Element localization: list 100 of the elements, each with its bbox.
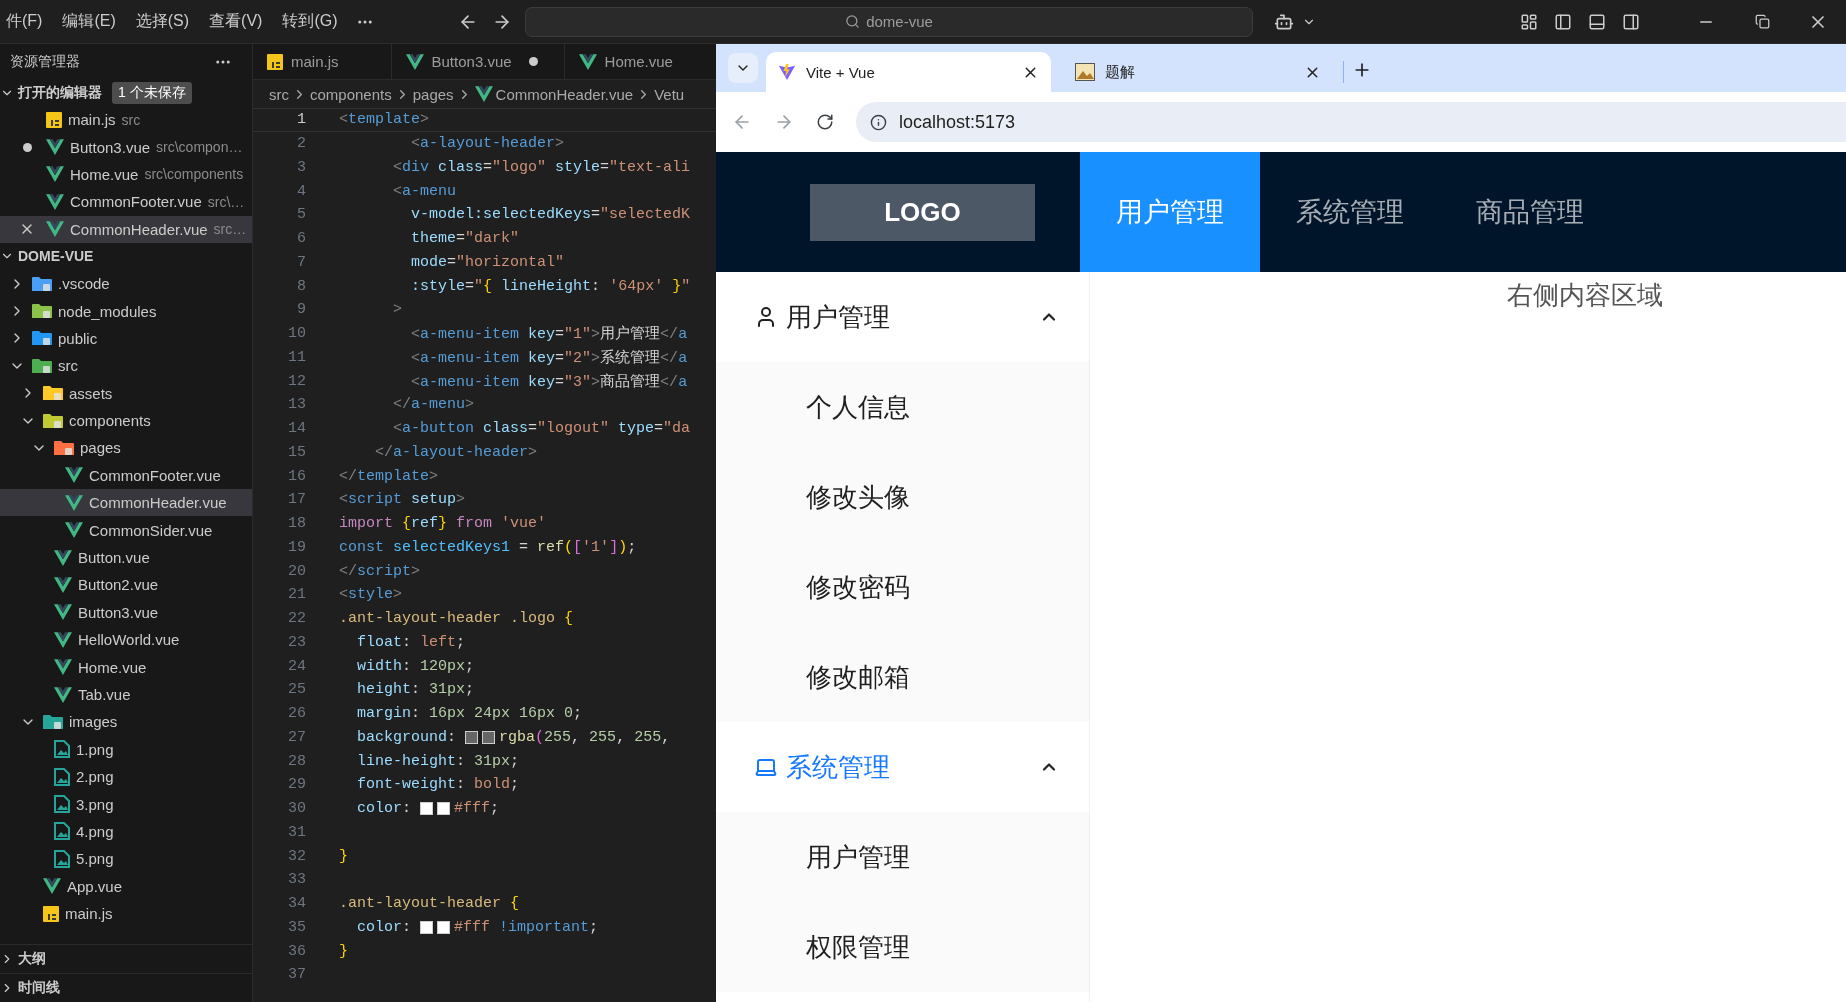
code-line: height: 31px; — [356, 681, 475, 699]
file-name: 5.png — [76, 850, 114, 868]
section-title: 时间线 — [18, 979, 60, 997]
line-number: 19 — [287, 538, 306, 556]
browser-tab[interactable]: Vite + Vue — [766, 52, 1051, 92]
search-icon — [845, 14, 861, 29]
file-tree-item[interactable]: 4.png — [0, 817, 252, 846]
file-name: node_modules — [58, 302, 157, 320]
line-number: 25 — [287, 681, 306, 699]
nav-menu-item[interactable]: 系统管理 — [1260, 152, 1440, 272]
code-line: v-model:selectedKeys="selectedK — [410, 206, 691, 224]
code-line: </template> — [339, 467, 439, 485]
file-tree-item[interactable]: 5.png — [0, 845, 252, 873]
file-tree-item[interactable]: 2.png — [0, 763, 252, 791]
file-tree-item[interactable]: assets — [0, 379, 252, 407]
sider-menu-item[interactable]: 用户管理 — [716, 812, 1089, 902]
code-line: color: — [356, 918, 413, 936]
file-tree-item[interactable]: pages — [0, 434, 252, 462]
file-name: CommonFooter.vue — [70, 193, 202, 211]
file-tree-item[interactable]: images — [0, 708, 252, 736]
info-icon[interactable] — [870, 113, 887, 131]
file-name: 2.png — [76, 768, 114, 786]
breadcrumb-item[interactable]: CommonHeader.vue — [495, 85, 634, 103]
restore-icon[interactable] — [1754, 14, 1770, 29]
menu-item[interactable]: 选择(S) — [125, 11, 200, 32]
code-line: float: left; — [356, 633, 466, 651]
vite-logo-icon — [778, 63, 796, 81]
file-tree-item[interactable]: public — [0, 324, 252, 353]
file-tree-item[interactable]: src — [0, 352, 252, 380]
open-editor-item[interactable]: CommonHeader.vue src… — [0, 215, 252, 243]
file-name: images — [69, 713, 118, 731]
panel-right-icon[interactable] — [1622, 12, 1640, 31]
line-number: 13 — [287, 396, 306, 414]
file-tree-item[interactable]: App.vue — [0, 872, 252, 900]
code-line: <a-menu-item key="2">系统管理</a — [410, 348, 688, 367]
tab-list-button[interactable] — [728, 53, 758, 83]
code-line: mode="horizontal" — [410, 253, 565, 271]
file-tree-item[interactable]: .vscode — [0, 269, 252, 298]
open-editor-item[interactable]: main.js src — [0, 106, 252, 134]
menu-item[interactable]: 查看(V) — [199, 11, 273, 32]
submenu-title[interactable]: 系统管理 — [716, 722, 1089, 812]
open-editor-item[interactable]: Button3.vue src\compon… — [0, 133, 252, 161]
code-line: :style="{ lineHeight: '64px' }" — [410, 277, 691, 295]
layout-icon[interactable] — [1520, 12, 1538, 31]
file-tree-item[interactable]: HelloWorld.vue — [0, 626, 252, 654]
file-tree-item[interactable]: Button3.vue — [0, 598, 252, 627]
panel-left-icon[interactable] — [1554, 12, 1572, 31]
vue-file-icon — [474, 86, 493, 102]
code-line: <template> — [339, 111, 430, 129]
file-tree-item[interactable]: CommonSider.vue — [0, 516, 252, 544]
file-tree-item[interactable]: 1.png — [0, 735, 252, 763]
file-tree-item[interactable]: Tab.vue — [0, 680, 252, 709]
breadcrumb-item[interactable]: src — [269, 85, 289, 103]
file-name: Button2.vue — [78, 576, 159, 594]
open-editor-item[interactable]: CommonFooter.vue src\… — [0, 188, 252, 216]
file-tree-item[interactable]: CommonHeader.vue — [0, 489, 252, 517]
sider-menu-item[interactable]: 个人信息 — [716, 362, 1089, 452]
breadcrumb-item[interactable]: pages — [412, 85, 454, 103]
open-editor-item[interactable]: Home.vue src\components — [0, 160, 252, 189]
sider-menu-item[interactable]: 修改头像 — [716, 452, 1089, 542]
file-tree-item[interactable]: Home.vue — [0, 653, 252, 681]
file-name: main.js — [65, 905, 113, 923]
line-number: 12 — [287, 372, 306, 390]
menu-item[interactable]: 转到(G) — [272, 11, 348, 32]
file-tree-item[interactable]: main.js — [0, 899, 252, 928]
sider-menu-item[interactable]: 修改邮箱 — [716, 632, 1089, 722]
file-path: src\… — [207, 193, 245, 210]
file-tree-item[interactable]: components — [0, 406, 252, 435]
line-number: 9 — [296, 301, 306, 319]
file-tree-item[interactable]: Button2.vue — [0, 571, 252, 599]
sider-menu-item[interactable]: 修改密码 — [716, 542, 1089, 632]
menu-item[interactable]: 件(F) — [0, 11, 53, 32]
code-line: } — [339, 942, 348, 960]
nav-menu-item[interactable]: 商品管理 — [1440, 152, 1620, 272]
file-tree-item[interactable]: CommonFooter.vue — [0, 461, 252, 490]
line-number: 23 — [287, 633, 306, 651]
image-icon — [1075, 63, 1095, 81]
folder-icon — [32, 330, 52, 347]
menu-item[interactable]: 编辑(E) — [52, 11, 126, 32]
vue-file-icon — [54, 659, 72, 676]
file-tree-item[interactable]: Button.vue — [0, 543, 252, 572]
js-file-icon — [43, 905, 59, 922]
search-field[interactable]: dome-vue — [525, 6, 1253, 37]
js-file-icon — [267, 53, 283, 70]
file-tree-item[interactable]: node_modules — [0, 297, 252, 325]
submenu-title[interactable]: 用户管理 — [716, 272, 1089, 362]
reload-icon[interactable] — [816, 113, 834, 131]
line-number: 17 — [287, 491, 306, 509]
breadcrumb-item[interactable]: components — [310, 85, 392, 103]
address-bar[interactable]: localhost:5173 — [856, 102, 1846, 142]
code-line: <a-button class="logout" type="da — [392, 420, 691, 438]
breadcrumb-item[interactable]: Vetu — [654, 85, 685, 103]
sider-menu-item[interactable]: 权限管理 — [716, 902, 1089, 992]
content-text: 右侧内容区域 — [1507, 280, 1663, 310]
js-file-icon — [46, 111, 62, 128]
vue-file-icon — [65, 494, 83, 511]
image-file-icon — [54, 849, 70, 868]
browser-tab[interactable]: 题解 — [1063, 52, 1333, 92]
panel-bottom-icon[interactable] — [1588, 12, 1606, 31]
file-tree-item[interactable]: 3.png — [0, 790, 252, 818]
